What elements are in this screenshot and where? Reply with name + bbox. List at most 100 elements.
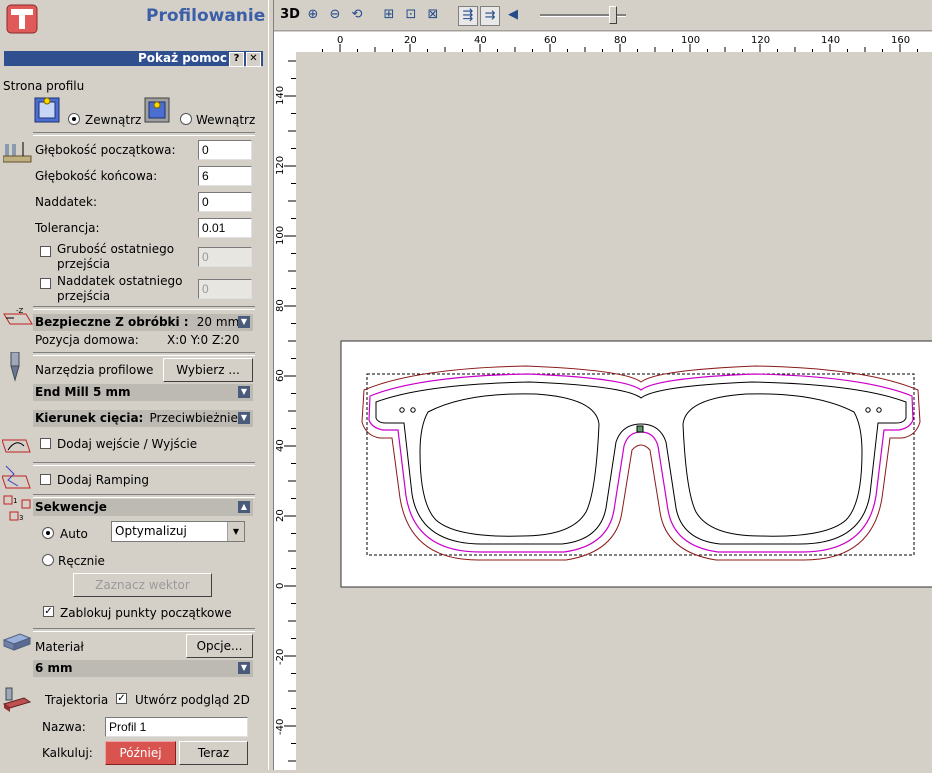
divider — [33, 628, 255, 632]
end-mill-tool-icon — [10, 352, 20, 382]
add-leads-checkbox[interactable] — [40, 438, 51, 449]
add-leads-label: Dodaj wejście / Wyjście — [57, 437, 198, 451]
ruler-label: 40 — [474, 35, 487, 46]
zoom-in-icon[interactable]: ⊕ — [304, 6, 322, 24]
chevron-down-icon[interactable]: ▼ — [227, 522, 244, 541]
start-point-marker[interactable] — [636, 425, 644, 433]
calculate-now-button[interactable]: Teraz — [179, 741, 248, 765]
ruler-label: 60 — [544, 35, 557, 46]
toggle-vectors-icon[interactable]: ⇶ — [458, 6, 478, 26]
zoom-selected-icon[interactable]: ⊡ — [402, 6, 420, 24]
last-pass-allowance-checkbox[interactable] — [40, 278, 51, 289]
divider — [33, 462, 255, 466]
cut-depth-icon — [3, 142, 32, 163]
toolpath-name-input[interactable] — [105, 717, 248, 737]
inside-radio[interactable] — [180, 113, 192, 125]
tool-name: End Mill 5 mm — [35, 385, 131, 399]
vertical-ruler: 140 120 100 80 60 40 20 0 -20 -40 — [274, 52, 297, 770]
material-block-icon — [2, 633, 32, 651]
material-thickness-dropdown[interactable]: 6 mm ▼ — [33, 660, 253, 677]
sequence-label: Sekwencje — [35, 500, 107, 514]
start-depth-input[interactable] — [198, 140, 252, 160]
chevron-up-icon[interactable]: ▲ — [238, 501, 250, 513]
safe-z-value: 20 mm — [196, 315, 240, 329]
zoom-all-icon[interactable]: ⊞ — [380, 6, 398, 24]
last-pass-thickness-input[interactable] — [198, 247, 252, 267]
outside-label: Zewnątrz — [85, 113, 142, 127]
outside-profile-icon — [34, 97, 60, 123]
ruler-label: 100 — [275, 226, 286, 245]
ruler-label: 120 — [275, 156, 286, 175]
zoom-fit-icon[interactable]: ⊠ — [424, 6, 442, 24]
auto-method-value: Optymalizuj — [115, 524, 187, 538]
chevron-down-icon[interactable]: ▼ — [238, 412, 250, 424]
manual-label: Ręcznie — [58, 554, 105, 568]
ramping-icon — [2, 465, 31, 489]
safe-z-label: Bezpieczne Z obróbki : — [35, 315, 189, 329]
auto-label: Auto — [60, 527, 88, 541]
sequence-section[interactable]: Sekwencje ▲ — [33, 499, 253, 516]
glasses-drawing[interactable] — [296, 52, 932, 770]
auto-method-select[interactable]: Optymalizuj ▼ — [111, 521, 245, 542]
add-ramping-checkbox[interactable] — [40, 474, 51, 485]
ruler-label: 20 — [404, 35, 417, 46]
outside-radio[interactable] — [68, 113, 80, 125]
tool-name-dropdown[interactable]: End Mill 5 mm ▼ — [33, 384, 253, 401]
ruler-label: 140 — [275, 86, 286, 105]
safe-z-section[interactable]: Bezpieczne Z obróbki : 20 mm ▼ — [33, 314, 253, 331]
help-close-button[interactable]: ✕ — [246, 52, 261, 67]
zoom-slider-thumb[interactable] — [609, 6, 618, 24]
last-pass-thickness-checkbox[interactable] — [40, 246, 51, 257]
profile-tools-label: Narzędzia profilowe — [35, 363, 154, 377]
zoom-previous-icon[interactable]: ⟲ — [348, 6, 366, 24]
ruler-label: 20 — [275, 509, 286, 522]
calculate-later-button[interactable]: Później — [105, 741, 176, 765]
profile-side-heading: Strona profilu — [3, 79, 85, 93]
back-arrow-icon[interactable]: ◀ — [504, 6, 522, 24]
app-logo-icon — [6, 4, 38, 34]
divider — [33, 306, 255, 310]
profile-toolpath-panel: Profilowanie Pokaż pomoc ? ✕ Strona prof… — [0, 0, 268, 770]
drawing-canvas[interactable] — [296, 52, 932, 770]
zoom-out-icon[interactable]: ⊖ — [326, 6, 344, 24]
panel-title: Profilowanie — [146, 6, 266, 26]
lock-start-points-label: Zablokuj punkty początkowe — [60, 606, 232, 620]
material-options-button[interactable]: Opcje... — [186, 634, 253, 658]
last-pass-allowance-input[interactable] — [198, 279, 252, 299]
add-ramping-label: Dodaj Ramping — [57, 473, 149, 487]
home-position-value: X:0 Y:0 Z:20 — [167, 333, 240, 347]
ruler-label: 0 — [337, 35, 343, 46]
select-tool-button[interactable]: Wybierz ... — [163, 358, 253, 382]
manual-radio[interactable] — [42, 554, 54, 566]
help-question-button[interactable]: ? — [229, 52, 244, 67]
allowance-input[interactable] — [198, 192, 252, 212]
auto-radio[interactable] — [42, 527, 54, 539]
3d-view-button[interactable]: 3D — [278, 6, 302, 24]
cut-direction-value: Przeciwbieżnie — [149, 411, 238, 425]
toolpath-icon — [2, 687, 32, 712]
material-sheet — [340, 340, 932, 588]
tolerance-input[interactable] — [198, 218, 252, 238]
last-pass-thickness-label: Grubość ostatniego przejścia — [57, 242, 175, 271]
toggle-toolpaths-icon[interactable]: ⇉ — [480, 6, 500, 26]
svg-text:-Z: -Z — [16, 307, 24, 315]
end-depth-label: Głębokość końcowa: — [35, 169, 158, 183]
chevron-down-icon[interactable]: ▼ — [238, 316, 250, 328]
ruler-label: 0 — [275, 583, 286, 589]
lock-start-points-checkbox[interactable]: ✓ — [43, 606, 54, 617]
mark-vector-button[interactable]: Zaznacz wektor — [73, 573, 212, 597]
end-depth-input[interactable] — [198, 166, 252, 186]
svg-text:3: 3 — [19, 514, 23, 522]
ruler-label: 60 — [275, 369, 286, 382]
show-help-link[interactable]: Pokaż pomoc — [138, 51, 227, 66]
safe-z-icon: -Z — [3, 307, 33, 325]
start-depth-label: Głębokość początkowa: — [35, 143, 176, 157]
horizontal-ruler: 0 20 40 60 80 100 120 140 160 — [274, 32, 932, 53]
create-2d-preview-label: Utwórz podgląd 2D — [135, 693, 250, 707]
lead-in-out-icon — [2, 439, 31, 453]
cut-direction-section[interactable]: Kierunek cięcia: Przeciwbieżnie ▼ — [33, 410, 253, 427]
sequence-icon: 1 3 — [3, 495, 31, 522]
create-2d-preview-checkbox[interactable]: ✓ — [116, 693, 127, 704]
chevron-down-icon[interactable]: ▼ — [238, 386, 250, 398]
chevron-down-icon[interactable]: ▼ — [238, 662, 250, 674]
